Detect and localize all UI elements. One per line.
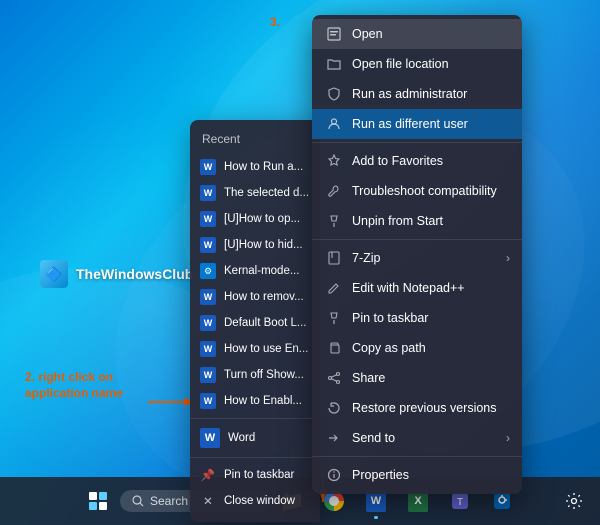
open-icon	[326, 26, 342, 42]
submenu-arrow: ›	[506, 251, 510, 265]
star-icon	[326, 153, 342, 169]
recent-item[interactable]: W How to use En...	[190, 336, 320, 362]
teams-icon: T	[450, 491, 470, 511]
word-icon: W	[200, 289, 216, 305]
user-icon	[326, 116, 342, 132]
word-icon: W	[200, 211, 216, 227]
ctx-open[interactable]: Open	[312, 19, 522, 49]
recent-item[interactable]: ⚙ Kernal-mode...	[190, 258, 320, 284]
ctx-pin-taskbar[interactable]: Pin to taskbar	[312, 303, 522, 333]
word-icon: W	[200, 159, 216, 175]
recent-item[interactable]: W The selected d...	[190, 180, 320, 206]
brand-icon: 🔷	[40, 260, 68, 288]
ctx-unpin-start[interactable]: Unpin from Start	[312, 206, 522, 236]
zip-icon	[326, 250, 342, 266]
word-icon: W	[200, 341, 216, 357]
pin-icon	[326, 310, 342, 326]
settings-icon	[565, 492, 583, 510]
restore-icon	[326, 400, 342, 416]
word-icon: W	[200, 393, 216, 409]
send-icon	[326, 430, 342, 446]
submenu-arrow: ›	[506, 431, 510, 445]
taskbar-settings-button[interactable]	[558, 485, 590, 517]
ctx-open-file-location[interactable]: Open file location	[312, 49, 522, 79]
recent-item[interactable]: W How to Run a...	[190, 154, 320, 180]
svg-text:T: T	[457, 497, 463, 508]
kernal-icon: ⚙	[200, 263, 216, 279]
copy-icon	[326, 340, 342, 356]
pin-to-taskbar-item[interactable]: 📌 Pin to taskbar	[190, 462, 320, 488]
ctx-troubleshoot[interactable]: Troubleshoot compatibility	[312, 176, 522, 206]
divider	[190, 418, 320, 419]
windows-start-button[interactable]	[78, 481, 118, 521]
edit-icon	[326, 280, 342, 296]
word-icon: W	[200, 315, 216, 331]
menu-divider	[312, 239, 522, 240]
taskbar-right	[558, 485, 590, 517]
ctx-add-favorites[interactable]: Add to Favorites	[312, 146, 522, 176]
ctx-7zip[interactable]: 7-Zip ›	[312, 243, 522, 273]
recent-header: Recent	[190, 128, 320, 154]
ctx-copy-path[interactable]: Copy as path	[312, 333, 522, 363]
unpin-icon	[326, 213, 342, 229]
recent-item[interactable]: W How to Enabl...	[190, 388, 320, 414]
ctx-run-different-user[interactable]: Run as different user	[312, 109, 522, 139]
context-menu: Open Open file location Run as administr…	[312, 15, 522, 494]
wrench-icon	[326, 183, 342, 199]
recent-item[interactable]: W Default Boot L...	[190, 310, 320, 336]
recent-item[interactable]: W [U]How to op...	[190, 206, 320, 232]
close-window-item[interactable]: ✕ Close window	[190, 488, 320, 514]
ctx-run-admin[interactable]: Run as administrator	[312, 79, 522, 109]
ctx-restore-versions[interactable]: Restore previous versions	[312, 393, 522, 423]
word-pinned-item[interactable]: W Word	[190, 423, 320, 453]
ctx-edit-notepad[interactable]: Edit with Notepad++	[312, 273, 522, 303]
close-icon: ✕	[200, 493, 216, 509]
recent-item[interactable]: W How to remov...	[190, 284, 320, 310]
windows-logo	[89, 492, 107, 510]
recent-panel: Recent W How to Run a... W The selected …	[190, 120, 320, 522]
word-icon: W	[200, 367, 216, 383]
shield-icon	[326, 86, 342, 102]
ctx-share[interactable]: Share	[312, 363, 522, 393]
ctx-properties[interactable]: Properties	[312, 460, 522, 490]
word-icon-large: W	[200, 428, 220, 448]
step2-label: 2. right click on application name	[25, 370, 123, 401]
folder-icon	[326, 56, 342, 72]
search-text: Search	[150, 494, 188, 508]
brand-logo: 🔷 TheWindowsClub	[40, 260, 193, 288]
brand-name: TheWindowsClub	[76, 266, 193, 282]
word-icon: W	[200, 185, 216, 201]
menu-divider	[312, 142, 522, 143]
recent-item[interactable]: W Turn off Show...	[190, 362, 320, 388]
photos-icon	[492, 491, 512, 511]
share-icon	[326, 370, 342, 386]
menu-divider	[312, 456, 522, 457]
pin-icon: 📌	[200, 467, 216, 483]
ctx-send-to[interactable]: Send to ›	[312, 423, 522, 453]
step3-label: 3.	[270, 15, 280, 31]
search-icon	[132, 495, 144, 507]
properties-icon	[326, 467, 342, 483]
recent-item[interactable]: W [U]How to hid...	[190, 232, 320, 258]
divider	[190, 457, 320, 458]
word-icon: W	[200, 237, 216, 253]
